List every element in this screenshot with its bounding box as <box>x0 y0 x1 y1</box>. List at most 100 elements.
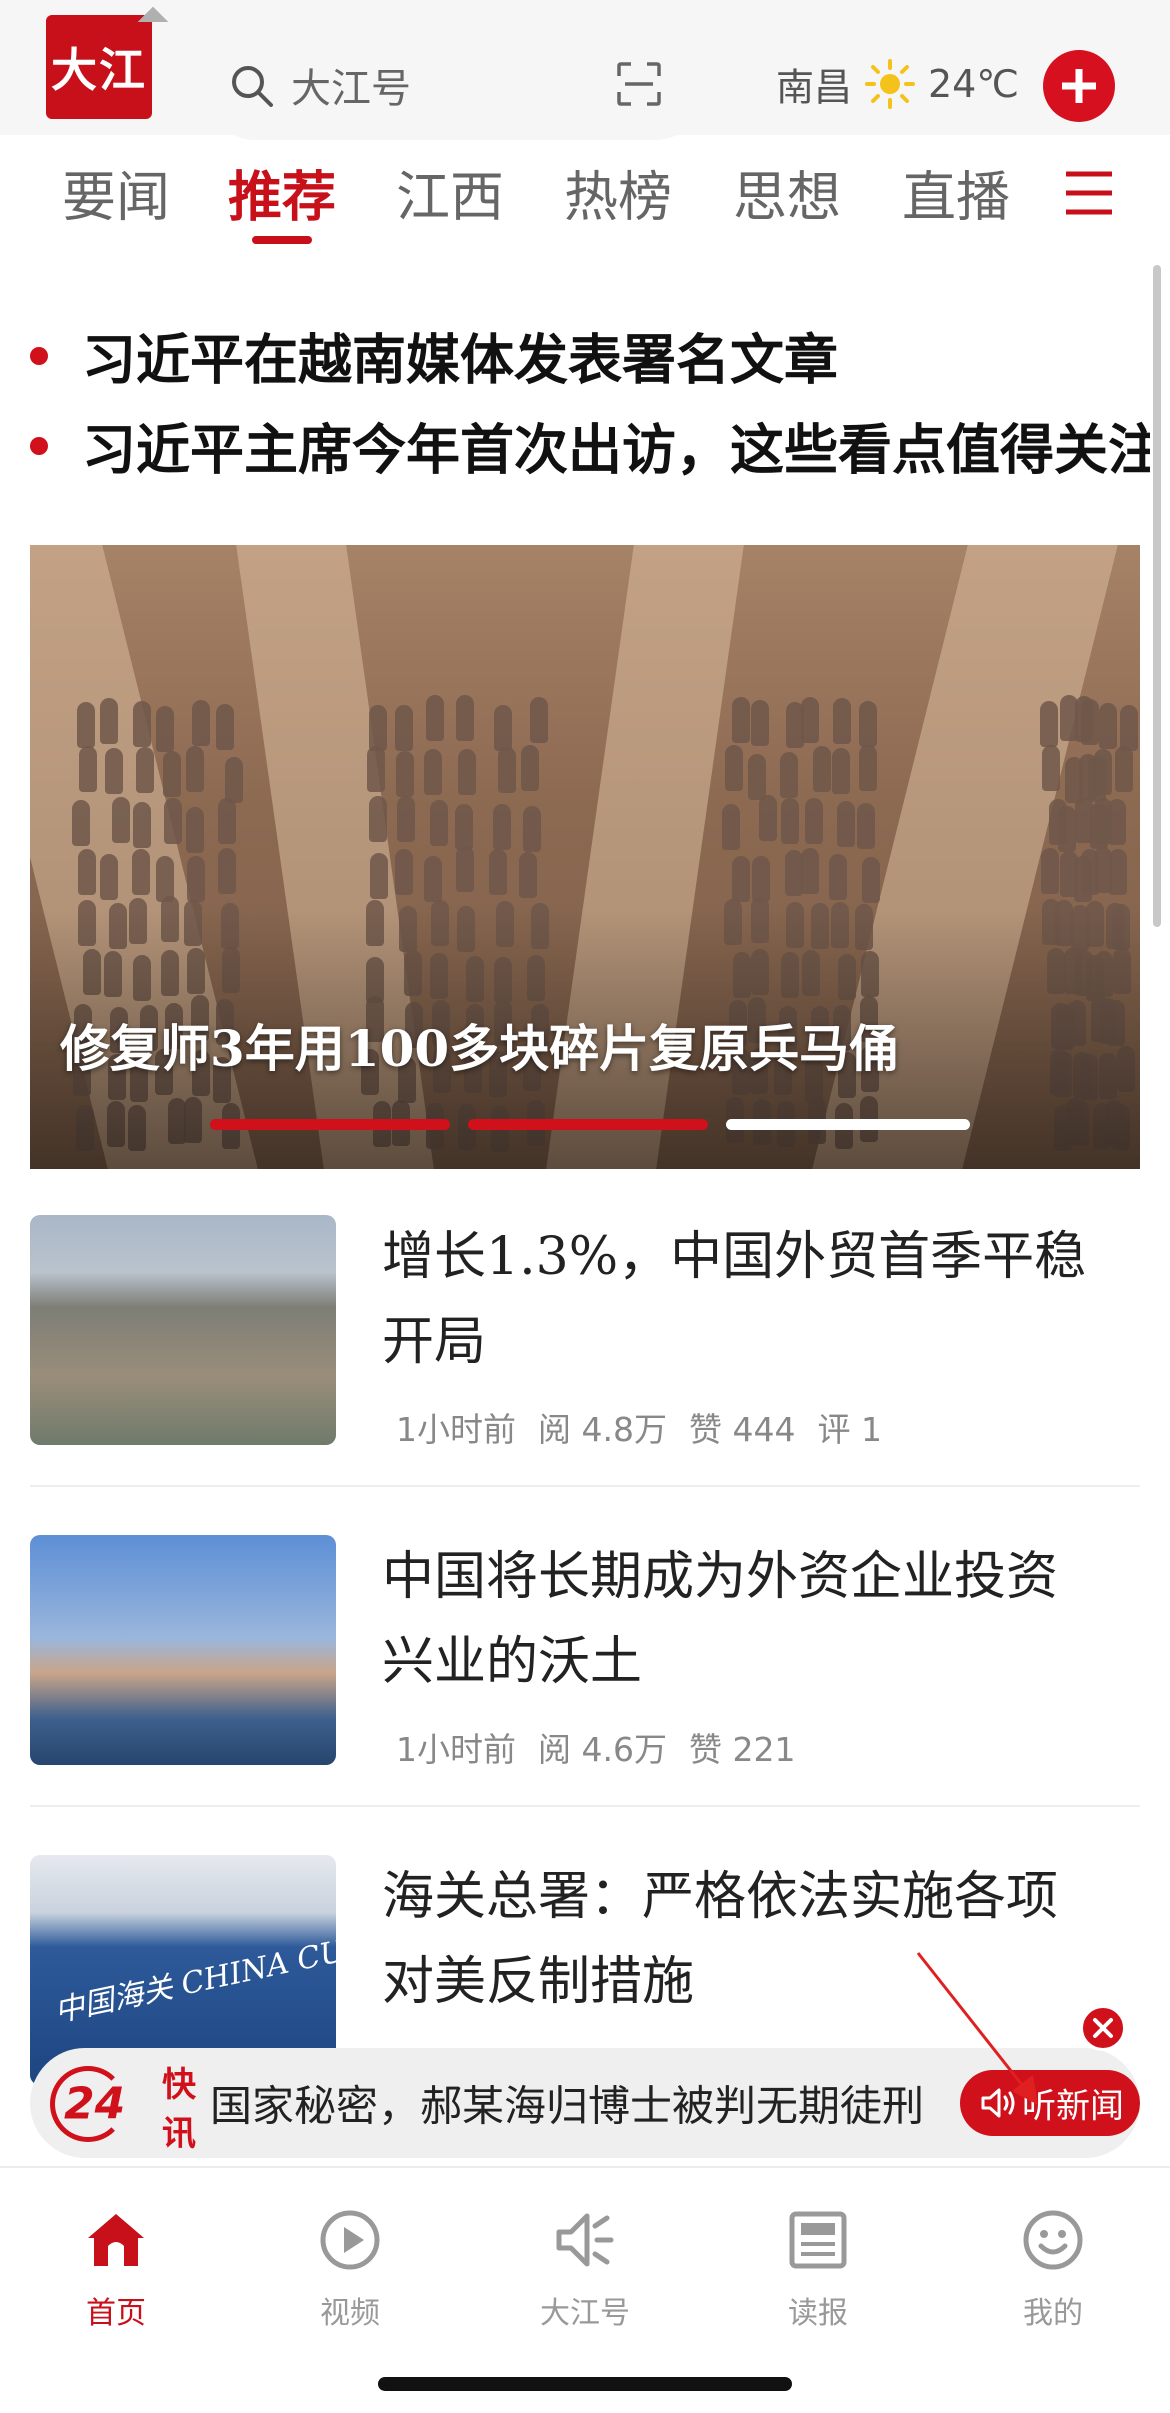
search-placeholder: 大江号 <box>291 66 411 112</box>
terracotta-figure <box>224 756 243 803</box>
terracotta-figure <box>732 856 751 903</box>
terracotta-figure <box>856 802 875 849</box>
terracotta-figure <box>523 806 542 853</box>
tab-tuijian[interactable]: 推荐 <box>228 153 336 232</box>
tab-yaowen[interactable]: 要闻 <box>62 153 170 232</box>
tab-zhibo[interactable]: 直播 <box>902 153 1010 232</box>
terracotta-figure <box>1042 745 1061 792</box>
flash-logo-number: 24 <box>64 2078 126 2130</box>
tab-sixiang[interactable]: 思想 <box>733 153 841 232</box>
carousel-dot[interactable] <box>468 1119 708 1130</box>
app-logo[interactable]: 大江 <box>46 15 152 119</box>
headline-text: 习近平在越南媒体发表署名文章 <box>82 327 838 392</box>
terracotta-figure <box>1115 745 1134 792</box>
terracotta-figure <box>801 847 820 894</box>
terracotta-figure <box>530 696 549 743</box>
terracotta-figure <box>731 697 750 744</box>
terracotta-figure <box>99 697 118 744</box>
nav-video[interactable]: 视频 <box>270 2208 430 2338</box>
terracotta-figure <box>185 806 204 853</box>
newspaper-icon <box>789 2211 847 2269</box>
smiley-icon <box>1023 2210 1083 2270</box>
scan-icon[interactable] <box>615 60 663 108</box>
terracotta-figure <box>215 704 234 751</box>
news-likes: 赞 221 <box>688 1730 796 1769</box>
news-reads: 阅 4.8万 <box>538 1410 667 1449</box>
nav-mine[interactable]: 我的 <box>973 2208 1133 2338</box>
terracotta-figure <box>832 747 851 794</box>
news-time: 1小时前 <box>396 1730 516 1769</box>
sun-icon <box>865 59 915 109</box>
search-icon <box>232 66 273 107</box>
carousel-dot-active[interactable] <box>726 1119 970 1130</box>
terracotta-figure <box>394 704 413 751</box>
terracotta-figure <box>1081 698 1100 745</box>
terracotta-figure <box>218 847 237 894</box>
terracotta-figure <box>430 799 449 846</box>
flash-ticker-text[interactable]: 国家秘密，郝某海归博士被判无期徒刑 <box>210 2073 970 2134</box>
menu-icon[interactable] <box>1064 170 1114 216</box>
weather-temperature[interactable]: 24℃ <box>928 62 1019 106</box>
carousel-dot[interactable] <box>210 1119 450 1130</box>
flash-logo: 24 快讯 <box>50 2065 220 2154</box>
terracotta-figure <box>858 701 877 748</box>
terracotta-figure <box>162 750 181 797</box>
terracotta-figure <box>724 745 743 792</box>
news-item[interactable]: 中国将长期成为外资企业投资兴业的沃土 1小时前阅 4.6万赞 221 <box>30 1535 1140 1855</box>
tab-jiangxi[interactable]: 江西 <box>396 153 504 232</box>
news-likes: 赞 444 <box>688 1410 796 1449</box>
terracotta-figure <box>368 796 387 843</box>
nav-mine-label: 我的 <box>1023 2296 1083 2331</box>
top-bar: 大江 大江号 南昌 24℃ <box>0 0 1170 140</box>
plus-icon[interactable] <box>1043 50 1115 122</box>
headline-item[interactable]: 习近平在越南媒体发表署名文章 <box>0 315 1150 395</box>
hero-caption: 修复师3年用100多块碎片复原兵马俑 <box>60 1019 900 1078</box>
scrollbar[interactable] <box>1153 265 1161 927</box>
terracotta-figure <box>105 747 124 794</box>
terracotta-figure <box>492 803 511 850</box>
close-icon[interactable] <box>1080 2005 1126 2051</box>
terracotta-figure <box>1120 705 1139 752</box>
terracotta-figure <box>76 701 95 748</box>
annotation-arrow-icon <box>916 1952 1038 2105</box>
nav-dajianghao[interactable]: 大江号 <box>505 2208 665 2338</box>
terracotta-figure <box>164 798 183 845</box>
terracotta-figure <box>804 797 823 844</box>
news-item[interactable]: 增长1.3%，中国外贸首季平稳开局 1小时前阅 4.8万赞 444 评 1 <box>30 1215 1140 1535</box>
terracotta-figure <box>721 803 740 850</box>
terracotta-figure <box>136 746 155 793</box>
terracotta-figure <box>828 853 847 900</box>
terracotta-figure <box>1108 798 1127 845</box>
terracotta-figure <box>1093 748 1112 795</box>
headline-item[interactable]: 习近平主席今年首次出访，这些看点值得关注 <box>0 405 1150 485</box>
news-reads: 阅 4.6万 <box>538 1730 667 1769</box>
weather-city[interactable]: 南昌 <box>776 57 852 112</box>
terracotta-figure <box>370 852 389 899</box>
terracotta-figure <box>833 698 852 744</box>
terracotta-figure <box>71 800 90 847</box>
terracotta-figure <box>100 854 119 901</box>
terracotta-figure <box>812 746 831 793</box>
terracotta-figure <box>861 856 880 903</box>
news-time: 1小时前 <box>396 1410 516 1449</box>
nav-dubao[interactable]: 读报 <box>738 2208 898 2338</box>
terracotta-figure <box>132 701 151 748</box>
terracotta-figure <box>424 855 443 902</box>
news-title: 增长1.3%，中国外贸首季平稳开局 <box>382 1227 1087 1372</box>
terracotta-figure <box>1099 703 1118 750</box>
terracotta-figure <box>497 746 516 793</box>
terracotta-figure <box>186 855 205 902</box>
terracotta-figure <box>369 705 388 752</box>
terracotta-figure <box>455 804 474 851</box>
home-indicator <box>378 2377 792 2391</box>
nav-dajianghao-label: 大江号 <box>540 2296 630 2331</box>
terracotta-figure <box>131 849 150 896</box>
thumb-sign-text: 中国海关 CHINA CUSTOMS <box>51 1909 336 2029</box>
tab-rebang[interactable]: 热榜 <box>564 153 672 232</box>
divider <box>30 1805 1140 1807</box>
hero-carousel[interactable]: 修复师3年用100多块碎片复原兵马俑 <box>30 545 1140 1169</box>
nav-home[interactable]: 首页 <box>36 2208 196 2338</box>
terracotta-figure <box>494 704 513 751</box>
bullet-dot <box>30 347 48 365</box>
bullet-dot <box>30 437 48 455</box>
